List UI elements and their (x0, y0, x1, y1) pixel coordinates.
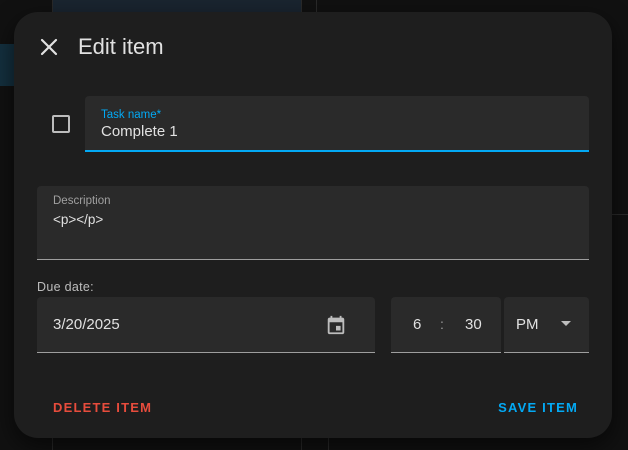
background-divider (316, 0, 317, 12)
description-label: Description (53, 195, 111, 207)
am-pm-select[interactable]: PM (504, 297, 589, 353)
time-field: 6 : 30 (391, 297, 501, 353)
task-name-label: Task name* (101, 109, 162, 121)
background-panel (52, 438, 302, 450)
delete-item-button[interactable]: DELETE ITEM (53, 400, 152, 415)
minute-input[interactable]: 30 (465, 316, 482, 333)
due-date-label: Due date: (37, 280, 94, 294)
task-complete-checkbox[interactable] (52, 115, 70, 133)
due-date-input[interactable]: 3/20/2025 (53, 316, 120, 333)
background-accent (0, 44, 14, 86)
due-date-field[interactable]: 3/20/2025 (37, 297, 375, 353)
description-field[interactable]: Description <p></p> (37, 186, 589, 260)
save-item-button[interactable]: SAVE ITEM (498, 400, 578, 415)
am-pm-value: PM (516, 316, 539, 333)
close-button[interactable] (38, 36, 60, 58)
task-name-field[interactable]: Task name* Complete 1 (85, 96, 589, 152)
dialog-title: Edit item (78, 34, 164, 59)
background-divider (612, 214, 628, 215)
background-panel (52, 0, 302, 12)
task-name-input[interactable]: Complete 1 (101, 123, 178, 140)
description-input[interactable]: <p></p> (53, 212, 103, 227)
time-separator: : (440, 316, 444, 332)
background-divider (328, 438, 329, 450)
calendar-icon[interactable] (325, 314, 347, 336)
close-icon (40, 38, 58, 56)
hour-input[interactable]: 6 (413, 316, 421, 333)
edit-item-dialog: Edit item Task name* Complete 1 Descript… (14, 12, 612, 438)
dropdown-arrow-icon (561, 321, 571, 326)
